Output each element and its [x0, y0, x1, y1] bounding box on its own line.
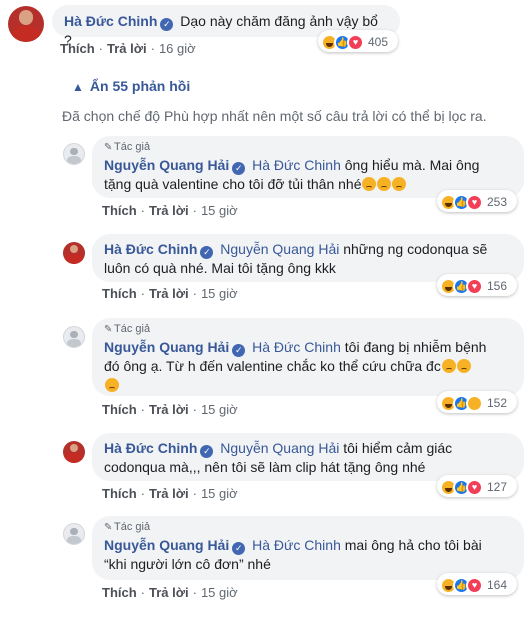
- verified-icon: ✓: [160, 18, 174, 31]
- reaction-summary[interactable]: 👍 ♥ 253: [437, 190, 517, 212]
- mention[interactable]: Hà Đức Chinh: [252, 157, 341, 173]
- author-badge: ✎ Tác giả: [104, 323, 151, 335]
- comment-actions: Thích · Trả lời · 16 giờ: [60, 41, 196, 56]
- mention[interactable]: Hà Đức Chinh: [252, 339, 341, 355]
- sad-emoji-icon: [456, 359, 471, 373]
- avatar[interactable]: [63, 523, 85, 545]
- filter-notice: Đã chọn chế độ Phù hợp nhất nên một số c…: [62, 108, 487, 124]
- reaction-summary[interactable]: 👍 ♥ 164: [437, 573, 517, 595]
- hide-replies-link[interactable]: ▲ Ẩn 55 phản hồi: [72, 78, 190, 94]
- verified-icon: ✓: [232, 344, 246, 357]
- sad-emoji-icon: [362, 177, 377, 191]
- timestamp[interactable]: 15 giờ: [201, 486, 238, 501]
- verified-icon: ✓: [232, 542, 246, 555]
- author-badge: ✎ Tác giả: [104, 521, 151, 533]
- reply-bubble: ✎ Tác giả Nguyễn Quang Hải ✓ Hà Đức Chinh …: [92, 136, 524, 198]
- love-icon: ♥: [466, 478, 483, 496]
- avatar[interactable]: [63, 143, 85, 165]
- sad-emoji-icon: [105, 378, 119, 392]
- like-button[interactable]: Thích: [102, 486, 137, 501]
- like-button[interactable]: Thích: [102, 286, 137, 301]
- reply-actions: Thích · Trả lời · 15 giờ: [102, 203, 238, 218]
- pencil-icon: ✎: [104, 324, 113, 335]
- verified-icon: ✓: [200, 445, 214, 458]
- reply-actions: Thích · Trả lời · 15 giờ: [102, 585, 238, 600]
- like-button[interactable]: Thích: [102, 402, 137, 417]
- mention[interactable]: Nguyễn Quang Hải: [220, 241, 339, 257]
- sad-emoji-icon: [392, 177, 407, 191]
- reply-actions: Thích · Trả lời · 15 giờ: [102, 402, 238, 417]
- chevron-up-icon: ▲: [72, 80, 84, 94]
- verified-icon: ✓: [200, 246, 214, 259]
- like-button[interactable]: Thích: [102, 585, 137, 600]
- timestamp[interactable]: 16 giờ: [159, 41, 196, 56]
- reply-button[interactable]: Trả lời: [107, 41, 147, 56]
- like-button[interactable]: Thích: [102, 203, 137, 218]
- reply-button[interactable]: Trả lời: [149, 486, 189, 501]
- reply-author[interactable]: Nguyễn Quang Hải: [104, 339, 229, 355]
- avatar[interactable]: [63, 326, 85, 348]
- avatar[interactable]: [63, 441, 85, 463]
- timestamp[interactable]: 15 giờ: [201, 286, 238, 301]
- sad-icon: [466, 394, 483, 412]
- reply-author[interactable]: Nguyễn Quang Hải: [104, 537, 229, 553]
- timestamp[interactable]: 15 giờ: [201, 585, 238, 600]
- reaction-count: 405: [368, 35, 389, 49]
- sad-emoji-icon: [377, 177, 392, 191]
- reply-author[interactable]: Hà Đức Chinh: [104, 241, 197, 257]
- reaction-summary[interactable]: 👍 ♥ 405: [318, 30, 398, 52]
- reply-actions: Thích · Trả lời · 15 giờ: [102, 486, 238, 501]
- avatar[interactable]: [63, 242, 85, 264]
- reply-bubble: ✎ Tác giả Nguyễn Quang Hải ✓ Hà Đức Chinh …: [92, 516, 524, 580]
- reply-bubble: Hà Đức Chinh ✓ Nguyễn Quang Hải tôi hiểm …: [92, 433, 524, 481]
- reply-actions: Thích · Trả lời · 15 giờ: [102, 286, 238, 301]
- like-button[interactable]: Thích: [60, 41, 95, 56]
- timestamp[interactable]: 15 giờ: [201, 402, 238, 417]
- mention[interactable]: Nguyễn Quang Hải: [220, 440, 339, 456]
- reaction-summary[interactable]: 👍 ♥ 127: [437, 475, 517, 497]
- verified-icon: ✓: [232, 162, 246, 175]
- love-icon: ♥: [347, 33, 364, 51]
- pencil-icon: ✎: [104, 522, 113, 533]
- reply-button[interactable]: Trả lời: [149, 585, 189, 600]
- love-icon: ♥: [466, 277, 483, 295]
- sad-emoji-icon: [441, 359, 456, 373]
- mention[interactable]: Hà Đức Chinh: [252, 537, 341, 553]
- reply-bubble: ✎ Tác giả Nguyễn Quang Hải ✓ Hà Đức Chinh …: [92, 318, 524, 396]
- reply-button[interactable]: Trả lời: [149, 402, 189, 417]
- reply-button[interactable]: Trả lời: [149, 203, 189, 218]
- reply-button[interactable]: Trả lời: [149, 286, 189, 301]
- reply-author[interactable]: Nguyễn Quang Hải: [104, 157, 229, 173]
- timestamp[interactable]: 15 giờ: [201, 203, 238, 218]
- pencil-icon: ✎: [104, 142, 113, 153]
- reaction-summary[interactable]: 👍 152: [437, 391, 517, 413]
- reply-author[interactable]: Hà Đức Chinh: [104, 440, 197, 456]
- comment-author[interactable]: Hà Đức Chinh: [64, 13, 157, 29]
- love-icon: ♥: [466, 576, 483, 594]
- avatar[interactable]: [8, 6, 44, 42]
- love-icon: ♥: [466, 193, 483, 211]
- author-badge: ✎ Tác giả: [104, 141, 151, 153]
- reaction-summary[interactable]: 👍 ♥ 156: [437, 274, 517, 296]
